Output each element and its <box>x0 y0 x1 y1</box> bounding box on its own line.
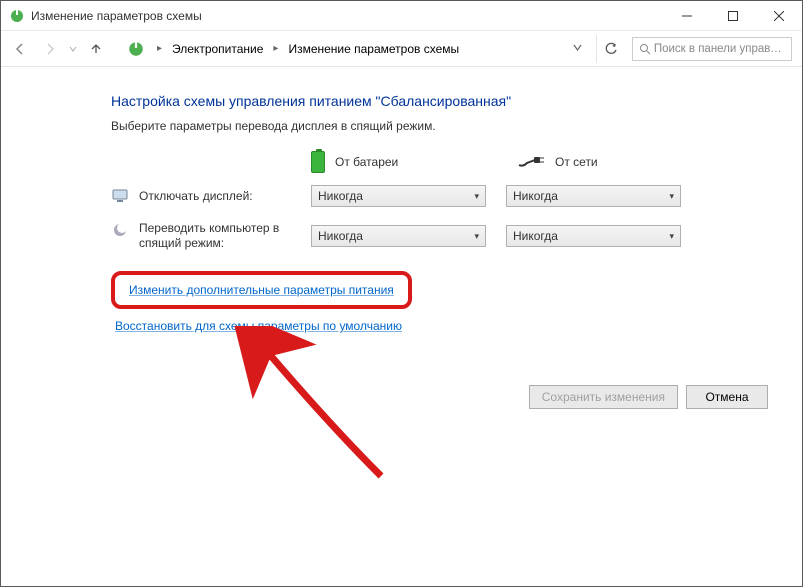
chevron-right-icon[interactable]: ▸ <box>157 43 162 54</box>
cancel-button-label: Отмена <box>705 390 748 404</box>
titlebar: Изменение параметров схемы <box>1 1 802 31</box>
save-button[interactable]: Сохранить изменения <box>529 385 678 409</box>
nav-up-button[interactable] <box>83 36 109 62</box>
sleep-battery-value: Никогда <box>318 229 363 243</box>
chevron-down-icon: ▾ <box>474 191 479 202</box>
annotation-arrow <box>231 326 411 496</box>
display-off-label-group: Отключать дисплей: <box>111 187 311 205</box>
window-controls <box>664 1 802 31</box>
save-button-label: Сохранить изменения <box>542 390 665 404</box>
search-input[interactable]: Поиск в панели управлен... <box>632 37 792 61</box>
content-area: Настройка схемы управления питанием "Сба… <box>1 67 802 333</box>
setting-row-display-off: Отключать дисплей: Никогда ▾ Никогда ▾ <box>111 185 762 207</box>
breadcrumb-icon <box>127 40 145 58</box>
toolbar: ▸ Электропитание ▸ Изменение параметров … <box>1 31 802 67</box>
battery-column-header: От батареи <box>311 151 461 173</box>
restore-defaults-link[interactable]: Восстановить для схемы параметры по умол… <box>115 319 402 333</box>
cancel-button[interactable]: Отмена <box>686 385 768 409</box>
page-title: Настройка схемы управления питанием "Сба… <box>111 93 762 109</box>
close-button[interactable] <box>756 1 802 31</box>
display-off-battery-dropdown[interactable]: Никогда ▾ <box>311 185 486 207</box>
breadcrumb-current[interactable]: Изменение параметров схемы <box>286 40 461 58</box>
ac-column-header: От сети <box>517 155 667 169</box>
breadcrumb-root[interactable]: Электропитание <box>170 40 265 58</box>
advanced-settings-link[interactable]: Изменить дополнительные параметры питани… <box>129 283 394 297</box>
power-plan-icon <box>9 8 25 24</box>
refresh-button[interactable] <box>596 35 624 63</box>
display-off-label: Отключать дисплей: <box>139 189 253 203</box>
page-subtitle: Выберите параметры перевода дисплея в сп… <box>111 119 762 133</box>
window-frame: Изменение параметров схемы <box>0 0 803 587</box>
display-off-ac-dropdown[interactable]: Никогда ▾ <box>506 185 681 207</box>
dialog-buttons: Сохранить изменения Отмена <box>529 385 768 409</box>
setting-row-sleep: Переводить компьютер в спящий режим: Ник… <box>111 221 762 251</box>
breadcrumb-dropdown[interactable] <box>563 43 592 55</box>
sleep-label: Переводить компьютер в спящий режим: <box>139 221 311 251</box>
battery-label: От батареи <box>335 155 398 169</box>
nav-history-dropdown[interactable] <box>69 42 77 56</box>
chevron-down-icon: ▾ <box>474 231 479 242</box>
battery-icon <box>311 151 325 173</box>
display-off-battery-value: Никогда <box>318 189 363 203</box>
sleep-label-group: Переводить компьютер в спящий режим: <box>111 221 311 251</box>
search-icon <box>639 43 650 55</box>
sleep-battery-dropdown[interactable]: Никогда ▾ <box>311 225 486 247</box>
display-off-ac-value: Никогда <box>513 189 558 203</box>
monitor-icon <box>111 187 129 205</box>
ac-label: От сети <box>555 155 598 169</box>
plug-icon <box>517 155 545 169</box>
chevron-right-icon[interactable]: ▸ <box>273 43 278 54</box>
chevron-down-icon: ▾ <box>669 231 674 242</box>
nav-forward-button[interactable] <box>37 36 63 62</box>
moon-icon <box>111 221 129 239</box>
minimize-button[interactable] <box>664 1 710 31</box>
sleep-ac-dropdown[interactable]: Никогда ▾ <box>506 225 681 247</box>
chevron-down-icon: ▾ <box>669 191 674 202</box>
search-placeholder: Поиск в панели управлен... <box>654 43 785 55</box>
maximize-button[interactable] <box>710 1 756 31</box>
sleep-ac-value: Никогда <box>513 229 558 243</box>
window-title: Изменение параметров схемы <box>31 9 664 23</box>
advanced-link-highlight: Изменить дополнительные параметры питани… <box>111 271 412 309</box>
nav-back-button[interactable] <box>7 36 33 62</box>
column-headers: От батареи От сети <box>311 151 762 173</box>
